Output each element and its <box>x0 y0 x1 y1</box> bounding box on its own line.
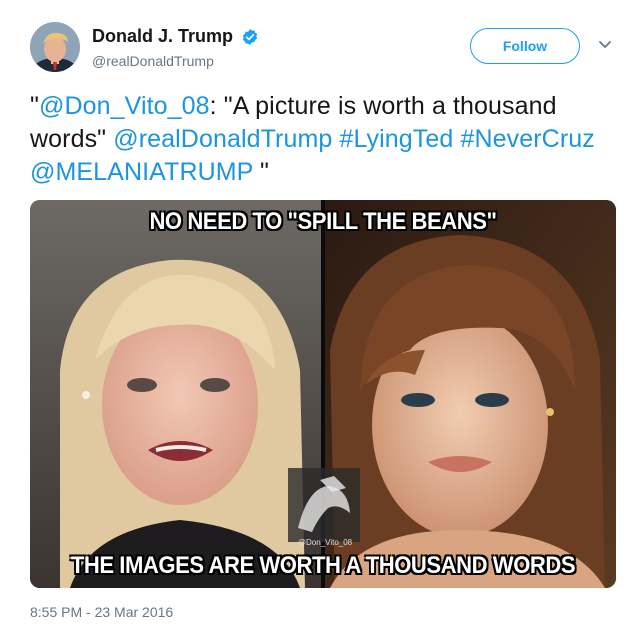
meme-caption-bottom: THE IMAGES ARE WORTH A THOUSAND WORDS <box>70 552 576 579</box>
tweet-header: Donald J. Trump @realDonaldTrump Follow <box>30 22 620 78</box>
chevron-down-icon[interactable] <box>598 40 612 50</box>
tweet-text: "@Don_Vito_08: "A picture is worth a tho… <box>30 90 620 189</box>
watermark-logo <box>288 468 360 542</box>
mention-link[interactable]: @MELANIATRUMP <box>30 158 253 186</box>
hashtag-link[interactable]: #LyingTed <box>339 125 453 153</box>
meme-caption-top: NO NEED TO "SPILL THE BEANS" <box>149 208 497 235</box>
tweet-text-fragment: " <box>30 92 39 120</box>
tweet-text-fragment: " <box>253 158 270 186</box>
display-name[interactable]: Donald J. Trump <box>92 26 233 47</box>
avatar-image <box>30 22 80 72</box>
tweet-card: Donald J. Trump @realDonaldTrump Follow … <box>0 0 634 630</box>
avatar[interactable] <box>30 22 80 72</box>
tweet-media-image[interactable]: @Don_Vito_08 NO NEED TO "SPILL THE BEANS… <box>30 200 616 588</box>
tweet-timestamp[interactable]: 8:55 PM - 23 Mar 2016 <box>30 604 173 620</box>
author-handle[interactable]: @realDonaldTrump <box>92 53 259 69</box>
mention-link[interactable]: @Don_Vito_08 <box>39 92 210 120</box>
watermark-text: @Don_Vito_08 <box>297 538 353 547</box>
verified-badge-icon <box>243 28 258 45</box>
hashtag-link[interactable]: #NeverCruz <box>460 125 594 153</box>
follow-button[interactable]: Follow <box>470 28 580 64</box>
author-names: Donald J. Trump @realDonaldTrump <box>92 26 259 69</box>
mention-link[interactable]: @realDonaldTrump <box>113 125 332 153</box>
